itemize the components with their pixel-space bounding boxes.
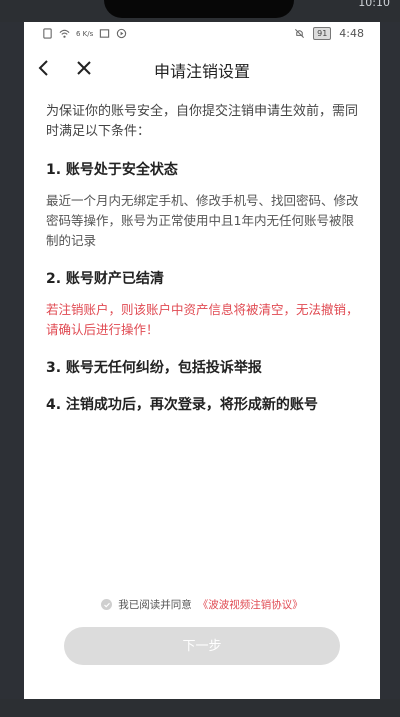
next-step-button[interactable]: 下一步 — [64, 627, 340, 665]
status-left: 6 K/s — [42, 28, 127, 39]
device-notch — [104, 0, 294, 18]
device-bottom-bezel — [0, 699, 400, 717]
sim-icon — [43, 28, 52, 39]
status-bar: 6 K/s 91 4:48 — [24, 22, 380, 46]
wifi-icon — [59, 29, 70, 38]
condition-heading-4: 4. 注销成功后，再次登录，将形成新的账号 — [46, 397, 318, 413]
condition-text-1: 最近一个月内无绑定手机、修改手机号、找回密码、修改密码等操作，账号为正常使用中且… — [46, 193, 359, 248]
play-icon — [117, 28, 127, 39]
agreement-row: 我已阅读并同意 《波波视频注销协议》 — [24, 597, 380, 612]
nav-bar: 申请注销设置 — [24, 46, 380, 90]
mute-bell-icon — [295, 29, 305, 38]
check-icon — [103, 602, 110, 608]
phone-screen: 6 K/s 91 4:48 申请注销设置 为保证你的账号安全，自你提交注销申请生… — [24, 22, 380, 699]
cancellation-agreement-link[interactable]: 《波波视频注销协议》 — [198, 597, 303, 612]
condition-heading-3: 3. 账号无任何纠纷，包括投诉举报 — [46, 360, 262, 376]
intro-text: 为保证你的账号安全，自你提交注销申请生效前，需同时满足以下条件： — [46, 104, 359, 139]
page-title: 申请注销设置 — [153, 62, 250, 81]
outer-clock: 10:10 — [358, 0, 390, 9]
status-time: 4:48 — [339, 27, 364, 40]
status-right: 91 4:48 — [294, 27, 364, 40]
agreement-label: 我已阅读并同意 — [118, 599, 192, 611]
agree-checkbox[interactable] — [101, 599, 113, 610]
condition-heading-1: 1. 账号处于安全状态 — [46, 162, 178, 178]
battery-indicator: 91 — [313, 27, 332, 40]
image-icon — [100, 29, 110, 38]
net-speed: 6 K/s — [76, 29, 94, 38]
condition-heading-2: 2. 账号财产已结清 — [46, 271, 164, 287]
asset-warning-text: 若注销账户，则该账户中资产信息将被清空，无法撤销，请确认后进行操作！ — [46, 302, 359, 337]
conditions-content: 为保证你的账号安全，自你提交注销申请生效前，需同时满足以下条件： 1. 账号处于… — [46, 102, 362, 414]
